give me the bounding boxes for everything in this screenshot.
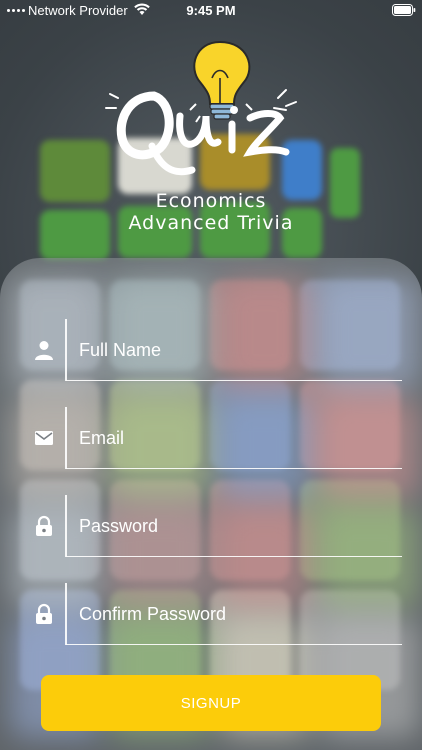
full-name-input[interactable]	[79, 335, 394, 365]
full-name-field	[0, 319, 422, 381]
password-field	[0, 495, 422, 557]
battery-icon	[392, 4, 416, 16]
field-divider	[65, 407, 67, 469]
signup-screen: Network Provider 9:45 PM Economics Advan…	[0, 0, 422, 750]
quiz-wordmark	[105, 89, 297, 176]
field-underline	[66, 556, 402, 557]
mail-icon	[35, 431, 53, 445]
confirm-password-input[interactable]	[79, 599, 394, 629]
status-bar: Network Provider 9:45 PM	[0, 0, 422, 22]
field-divider	[65, 495, 67, 557]
person-icon	[35, 341, 53, 360]
email-field	[0, 407, 422, 469]
lightbulb-icon	[189, 40, 253, 123]
subtitle-line-1: Economics	[155, 190, 267, 212]
lock-icon	[36, 603, 52, 624]
status-time: 9:45 PM	[186, 3, 236, 18]
field-divider	[65, 583, 67, 645]
email-input[interactable]	[79, 423, 394, 453]
confirm-password-field	[0, 583, 422, 645]
field-underline	[66, 644, 402, 645]
subtitle-line-2: Advanced Trivia	[128, 212, 294, 234]
field-divider	[65, 319, 67, 381]
lock-icon	[36, 515, 52, 536]
quiz-logo	[105, 40, 297, 176]
signup-button[interactable]: SIGNUP	[41, 675, 381, 731]
field-underline	[66, 380, 402, 381]
field-underline	[66, 468, 402, 469]
password-input[interactable]	[79, 511, 394, 541]
